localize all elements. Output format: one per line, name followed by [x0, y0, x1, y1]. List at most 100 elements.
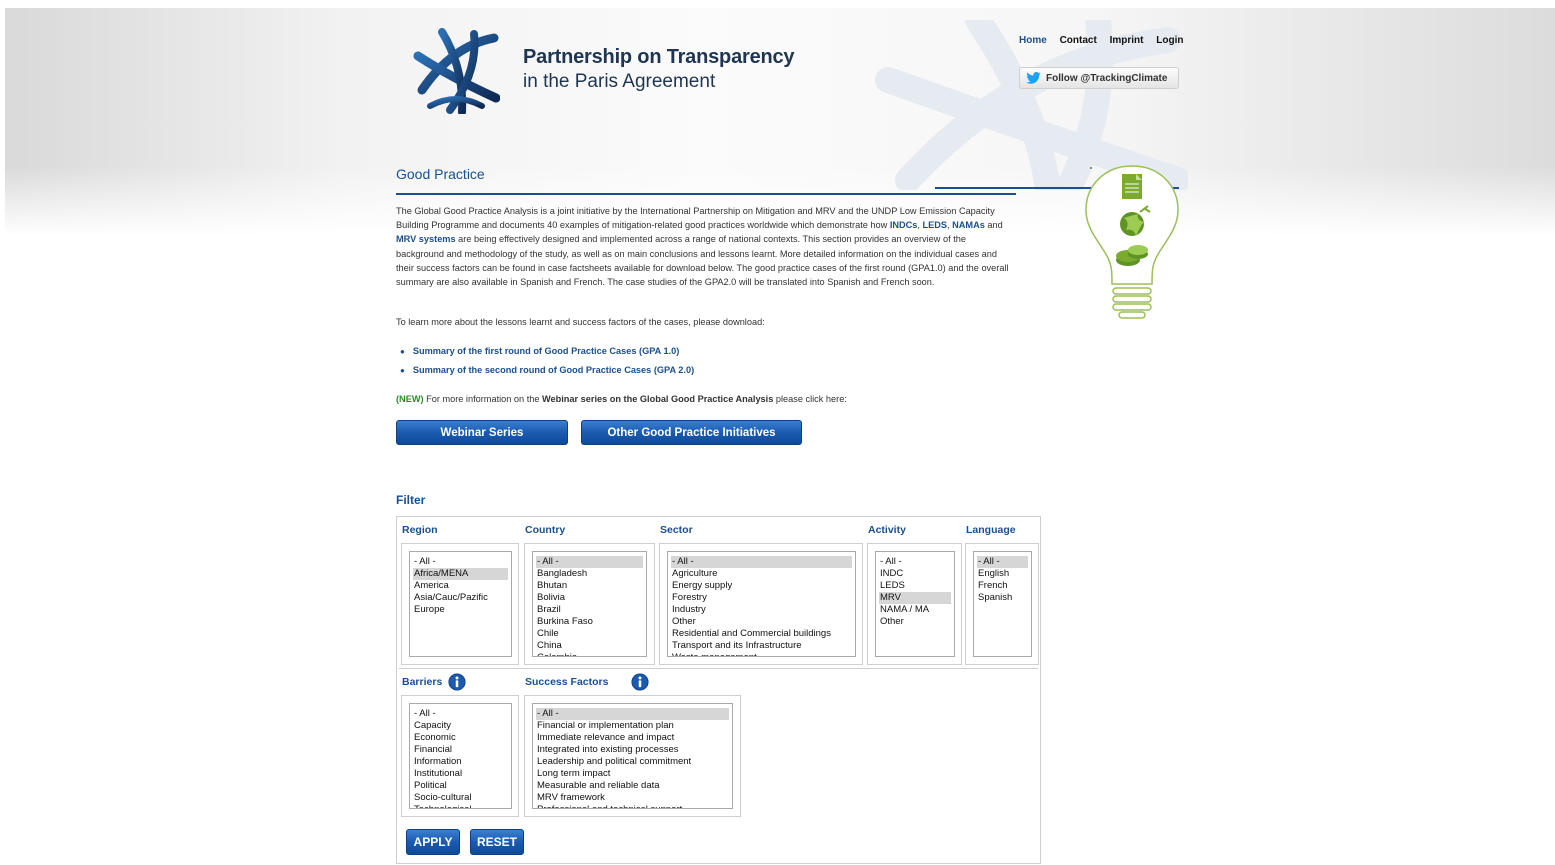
select-option[interactable]: Brazil — [536, 604, 643, 616]
webinar-notice-post: please click here: — [773, 394, 847, 404]
indcs-link[interactable]: INDCs — [890, 220, 918, 230]
language-select[interactable]: - All - English French Spanish — [973, 551, 1032, 657]
sector-label: Sector — [660, 524, 693, 536]
select-option[interactable]: - All - — [536, 556, 643, 568]
twitter-bird-icon — [1026, 72, 1041, 84]
select-option[interactable]: MRV framework — [536, 792, 729, 804]
select-option[interactable]: Financial — [413, 744, 508, 756]
select-option[interactable]: Capacity — [413, 720, 508, 732]
select-option[interactable]: LEDS — [879, 580, 951, 592]
region-select[interactable]: - All - Africa/MENA America Asia/Cauc/Pazif… — [409, 551, 512, 657]
select-option[interactable]: Immediate relevance and impact — [536, 732, 729, 744]
filter-row-divider — [399, 668, 1038, 669]
select-option[interactable]: INDC — [879, 568, 951, 580]
select-option[interactable]: Forestry — [671, 592, 852, 604]
success-factors-info-icon[interactable] — [631, 673, 649, 691]
select-option[interactable]: Industry — [671, 604, 852, 616]
twitter-follow-button[interactable]: Follow @TrackingClimate — [1019, 67, 1179, 89]
select-option[interactable]: Institutional — [413, 768, 508, 780]
select-option[interactable]: Long term impact — [536, 768, 729, 780]
select-option[interactable]: - All - — [671, 556, 852, 568]
select-option[interactable]: Integrated into existing processes — [536, 744, 729, 756]
country-select[interactable]: - All - Bangladesh Bhutan Bolivia Brazil Burk… — [532, 551, 647, 657]
select-option[interactable]: Information — [413, 756, 508, 768]
nav-home-link[interactable]: Home — [1019, 35, 1047, 46]
select-option[interactable]: Residential and Commercial buildings — [671, 628, 852, 640]
select-option[interactable]: NAMA / MA — [879, 604, 951, 616]
select-option[interactable]: Agriculture — [671, 568, 852, 580]
barriers-select[interactable]: - All - Capacity Economic Financial Informat… — [409, 703, 512, 809]
barriers-label: Barriers — [402, 676, 443, 688]
select-option[interactable]: Colombia — [536, 652, 643, 656]
select-option[interactable]: Other — [671, 616, 852, 628]
apply-button[interactable]: APPLY — [406, 829, 460, 855]
webinar-series-button[interactable]: Webinar Series — [396, 420, 568, 445]
activity-label: Activity — [868, 524, 906, 536]
barriers-info-icon[interactable] — [448, 673, 466, 691]
select-option[interactable]: Leadership and political commitment — [536, 756, 729, 768]
page: Partnership on Transparency in the Paris… — [0, 0, 1555, 865]
select-option[interactable]: Measurable and reliable data — [536, 780, 729, 792]
nav-login-link[interactable]: Login — [1156, 35, 1183, 46]
list-item: ● Summary of the first round of Good Prac… — [400, 346, 694, 365]
downloads-list: ● Summary of the first round of Good Prac… — [400, 346, 694, 383]
select-option[interactable]: Financial or implementation plan — [536, 720, 729, 732]
download-gpa2-link[interactable]: Summary of the second round of Good Prac… — [413, 365, 694, 375]
select-option[interactable]: Other — [879, 616, 951, 628]
select-option[interactable]: Socio-cultural — [413, 792, 508, 804]
leds-link[interactable]: LEDS — [923, 220, 948, 230]
select-option[interactable]: Energy supply — [671, 580, 852, 592]
nav-imprint-link[interactable]: Imprint — [1110, 35, 1144, 46]
success-factors-select[interactable]: - All - Financial or implementation plan I… — [532, 703, 733, 809]
intro-paragraph: The Global Good Practice Analysis is a j… — [396, 204, 1016, 289]
brand-title: Partnership on Transparency — [523, 46, 795, 68]
select-option[interactable]: - All - — [536, 708, 729, 720]
reset-button[interactable]: RESET — [470, 829, 524, 855]
select-option[interactable]: Political — [413, 780, 508, 792]
select-option[interactable]: China — [536, 640, 643, 652]
site-logo-icon[interactable] — [412, 28, 500, 114]
mrv-systems-link[interactable]: MRV systems — [396, 234, 456, 244]
download-gpa1-link[interactable]: Summary of the first round of Good Pract… — [413, 346, 680, 356]
select-option[interactable]: Technological — [413, 804, 508, 808]
select-option[interactable]: America — [413, 580, 508, 592]
select-option[interactable]: Transport and its Infrastructure — [671, 640, 852, 652]
select-option[interactable]: Chile — [536, 628, 643, 640]
learn-more-text: To learn more about the lessons learnt a… — [396, 317, 765, 327]
sector-select[interactable]: - All - Agriculture Energy supply Forestry I… — [667, 551, 856, 657]
other-initiatives-button[interactable]: Other Good Practice Initiatives — [581, 420, 802, 445]
select-option[interactable]: Bhutan — [536, 580, 643, 592]
bullet-icon: ● — [400, 365, 405, 375]
select-option[interactable]: Africa/MENA — [413, 568, 508, 580]
select-option[interactable]: Bangladesh — [536, 568, 643, 580]
select-option[interactable]: English — [977, 568, 1028, 580]
select-option[interactable]: - All - — [413, 556, 508, 568]
select-option[interactable]: Asia/Cauc/Pazific — [413, 592, 508, 604]
region-label: Region — [402, 524, 438, 536]
select-option[interactable]: Burkina Faso — [536, 616, 643, 628]
activity-select[interactable]: - All - INDC LEDS MRV NAMA / MA Other — [875, 551, 955, 657]
country-label: Country — [525, 524, 566, 536]
nav-contact-link[interactable]: Contact — [1060, 35, 1097, 46]
language-label: Language — [966, 524, 1016, 536]
select-option[interactable]: MRV — [879, 592, 951, 604]
webinar-notice: (NEW) For more information on the Webina… — [396, 394, 847, 404]
select-option[interactable]: - All - — [879, 556, 951, 568]
intro-and: and — [984, 220, 1003, 231]
select-option[interactable]: - All - — [977, 556, 1028, 568]
new-badge: (NEW) — [396, 394, 424, 404]
brand-subtitle: in the Paris Agreement — [523, 71, 716, 92]
namas-link[interactable]: NAMAs — [952, 220, 985, 230]
select-option[interactable]: Bolivia — [536, 592, 643, 604]
select-option[interactable]: French — [977, 580, 1028, 592]
twitter-follow-label: Follow @TrackingClimate — [1046, 72, 1168, 84]
select-option[interactable]: Spanish — [977, 592, 1028, 604]
select-option[interactable]: Economic — [413, 732, 508, 744]
webinar-notice-bold: Webinar series on the Global Good Practi… — [542, 394, 774, 404]
select-option[interactable]: Waste management — [671, 652, 852, 656]
bullet-icon: ● — [400, 347, 405, 356]
select-option[interactable]: - All - — [413, 708, 508, 720]
select-option[interactable]: Professional and technical support — [536, 804, 729, 808]
top-navigation: Home Contact Imprint Login — [1019, 35, 1193, 46]
select-option[interactable]: Europe — [413, 604, 508, 616]
